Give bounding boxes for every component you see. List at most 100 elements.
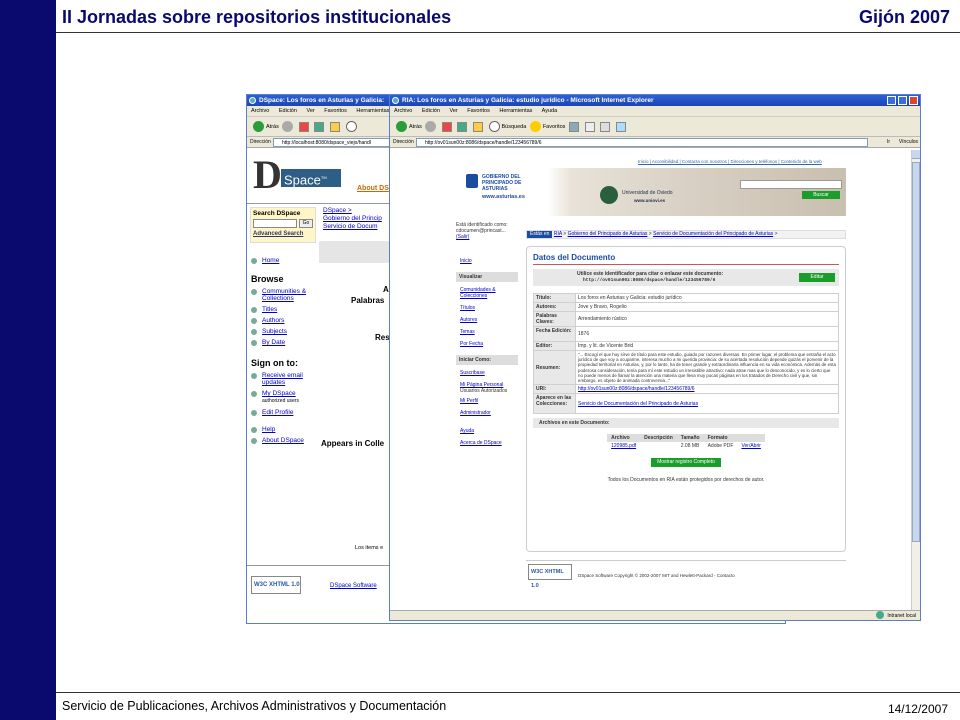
sidebar-item-subjects[interactable]: Subjects bbox=[251, 328, 315, 335]
sidebar-item-receive-email[interactable]: Receive email updates bbox=[251, 372, 315, 386]
search-label[interactable]: Búsqueda bbox=[502, 124, 527, 130]
sidebar-item-by-date[interactable]: By Date bbox=[251, 339, 315, 346]
w3c-xhtml-badge[interactable]: W3C XHTML 1.0 bbox=[251, 576, 301, 594]
home-icon[interactable] bbox=[472, 121, 483, 132]
sidebar-item-authors[interactable]: Authors bbox=[251, 317, 315, 324]
files-header: Archivos en este Documento: bbox=[533, 418, 839, 429]
sidebar-item-edit-profile[interactable]: Edit Profile bbox=[251, 409, 315, 416]
address-input[interactable]: http://localhost:8080/dspace_viejo/handl bbox=[273, 138, 393, 147]
menu-ver[interactable]: Ver bbox=[306, 108, 314, 114]
menu-ayuda[interactable]: Ayuda bbox=[542, 108, 558, 114]
sidebar-item-about[interactable]: About DSpace bbox=[251, 437, 315, 444]
stop-icon[interactable] bbox=[298, 121, 309, 132]
search-icon[interactable] bbox=[345, 121, 357, 133]
w3c-xhtml-badge[interactable]: W3C XHTML 1.0 bbox=[528, 564, 572, 589]
sidebar-item-ayuda[interactable]: Ayuda bbox=[460, 428, 518, 434]
menu-ver[interactable]: Ver bbox=[449, 108, 457, 114]
back-icon[interactable] bbox=[396, 121, 407, 133]
datos-title: Datos del Documento bbox=[533, 253, 616, 262]
sidebar-item-suscribase[interactable]: Suscribase bbox=[460, 370, 518, 376]
asturias-shield-icon bbox=[466, 174, 478, 188]
slide-date: 14/12/2007 bbox=[887, 702, 948, 716]
print-icon[interactable] bbox=[600, 121, 611, 132]
table-row: Palabras Claves: Arrendamiento rústico bbox=[533, 311, 839, 327]
dspace-search-box: Search DSpace Go Advanced Search bbox=[250, 207, 316, 243]
ria-browser-window[interactable]: RIA: Los foros en Asturias y Galicia: es… bbox=[389, 94, 921, 621]
refresh-icon[interactable] bbox=[457, 121, 468, 132]
identifier-box: Utilice este identificador para citar o … bbox=[533, 269, 839, 286]
sidebar-item-acerca[interactable]: Acerca de DSpace bbox=[460, 440, 518, 446]
favorites-label[interactable]: Favoritos bbox=[543, 124, 566, 130]
menu-archivo[interactable]: Archivo bbox=[251, 108, 269, 114]
table-row: Resumen: "... Escogí el que hoy sirve de … bbox=[533, 349, 839, 386]
bullet-icon bbox=[251, 258, 257, 264]
ria-banner: GOBIERNO DEL PRINCIPADO DE ASTURIAS www.… bbox=[454, 168, 846, 216]
links-label[interactable]: Vínculos bbox=[899, 137, 918, 147]
logout-link[interactable]: (Salir) bbox=[456, 234, 508, 240]
about-dspace-link[interactable]: About DS bbox=[357, 185, 389, 192]
forward-icon[interactable] bbox=[282, 121, 294, 133]
advanced-search-link[interactable]: Advanced Search bbox=[253, 231, 313, 237]
refresh-icon[interactable] bbox=[314, 121, 325, 132]
ver-abrir-link[interactable]: Ver/Abrir bbox=[737, 442, 764, 450]
sidebar-item-titles[interactable]: Titles bbox=[251, 306, 315, 313]
media-icon[interactable] bbox=[568, 121, 579, 132]
ria-page: Inicio | Accesibilidad | Contacta con no… bbox=[454, 150, 852, 612]
table-row: Título: Los foros en Asturias y Galicia: … bbox=[533, 293, 839, 303]
menu-edicion[interactable]: Edición bbox=[422, 108, 440, 114]
go-button[interactable]: Go bbox=[299, 219, 313, 228]
forward-icon[interactable] bbox=[425, 121, 437, 133]
ria-title-bar[interactable]: RIA: Los foros en Asturias y Galicia: es… bbox=[390, 95, 920, 106]
back-icon[interactable] bbox=[253, 121, 264, 133]
go-button[interactable]: Ir bbox=[887, 137, 890, 147]
sidebar-item-help[interactable]: Help bbox=[251, 426, 315, 433]
favorites-icon[interactable] bbox=[529, 121, 541, 133]
sidebar-item-temas[interactable]: Temas bbox=[460, 329, 518, 335]
ria-footer-text: DSpace Software Copyright © 2002-2007 MI… bbox=[578, 573, 735, 578]
menu-favoritos[interactable]: Favoritos bbox=[467, 108, 490, 114]
menu-herramientas[interactable]: Herramientas bbox=[499, 108, 532, 114]
buscar-button[interactable]: Buscar bbox=[802, 191, 840, 199]
close-button[interactable] bbox=[909, 96, 918, 105]
search-icon[interactable] bbox=[488, 121, 500, 133]
breadcrumb: Estás en RIA > Gobierno del Principado d… bbox=[526, 230, 846, 239]
scroll-up-arrow[interactable] bbox=[912, 150, 920, 159]
vertical-scrollbar[interactable] bbox=[911, 150, 920, 612]
uri-link[interactable]: http://ov01sun00z:8086/dspace/handle/123… bbox=[575, 384, 839, 395]
address-input[interactable]: http://ov01sun00z:8086/dspace/handle/123… bbox=[416, 138, 868, 147]
ria-toolbar: Atrás Búsqueda Favoritos bbox=[390, 117, 920, 137]
sidebar-item-administrador[interactable]: Administrador bbox=[460, 410, 518, 416]
file-link[interactable]: 120985.pdf bbox=[607, 442, 640, 450]
search-input[interactable] bbox=[253, 219, 297, 228]
sidebar-item-home[interactable]: Home bbox=[251, 257, 315, 264]
top-links[interactable]: Inicio | Accesibilidad | Contacta con no… bbox=[638, 159, 822, 164]
stop-icon[interactable] bbox=[441, 121, 452, 132]
sidebar-item-inicio[interactable]: Inicio bbox=[460, 258, 518, 264]
maximize-button[interactable] bbox=[898, 96, 907, 105]
sidebar-item-my-dspace[interactable]: My DSpace authorized users bbox=[251, 390, 315, 405]
sidebar-item-communities[interactable]: Communities & Collections bbox=[251, 288, 315, 302]
sidebar-item-autores[interactable]: Autores bbox=[460, 317, 518, 323]
menu-herramientas[interactable]: Herramientas bbox=[356, 108, 389, 114]
bullet-icon bbox=[251, 427, 257, 433]
menu-favoritos[interactable]: Favoritos bbox=[324, 108, 347, 114]
menu-edicion[interactable]: Edición bbox=[279, 108, 297, 114]
ria-search-input[interactable] bbox=[740, 180, 842, 189]
dspace-software-link[interactable]: DSpace Software bbox=[330, 583, 377, 589]
mostrar-registro-button[interactable]: Mostrar registro Completo bbox=[651, 458, 721, 468]
back-label[interactable]: Atrás bbox=[409, 124, 422, 130]
collection-link[interactable]: Servicio de Documentación del Principado… bbox=[575, 393, 839, 415]
intranet-zone-icon bbox=[876, 611, 884, 619]
sidebar-item-mi-perfil[interactable]: Mi Perfil bbox=[460, 398, 518, 404]
scroll-thumb[interactable] bbox=[912, 162, 920, 542]
sidebar-item-titulos[interactable]: Títulos bbox=[460, 305, 518, 311]
home-icon[interactable] bbox=[329, 121, 340, 132]
editar-button[interactable]: Editar bbox=[799, 273, 835, 282]
edit-icon[interactable] bbox=[615, 121, 626, 132]
back-label[interactable]: Atrás bbox=[266, 124, 279, 130]
menu-archivo[interactable]: Archivo bbox=[394, 108, 412, 114]
sidebar-item-comunidades[interactable]: Comunidades & Colecciones bbox=[460, 287, 518, 299]
mail-icon[interactable] bbox=[584, 121, 595, 132]
minimize-button[interactable] bbox=[887, 96, 896, 105]
sidebar-item-por-fecha[interactable]: Por Fecha bbox=[460, 341, 518, 347]
